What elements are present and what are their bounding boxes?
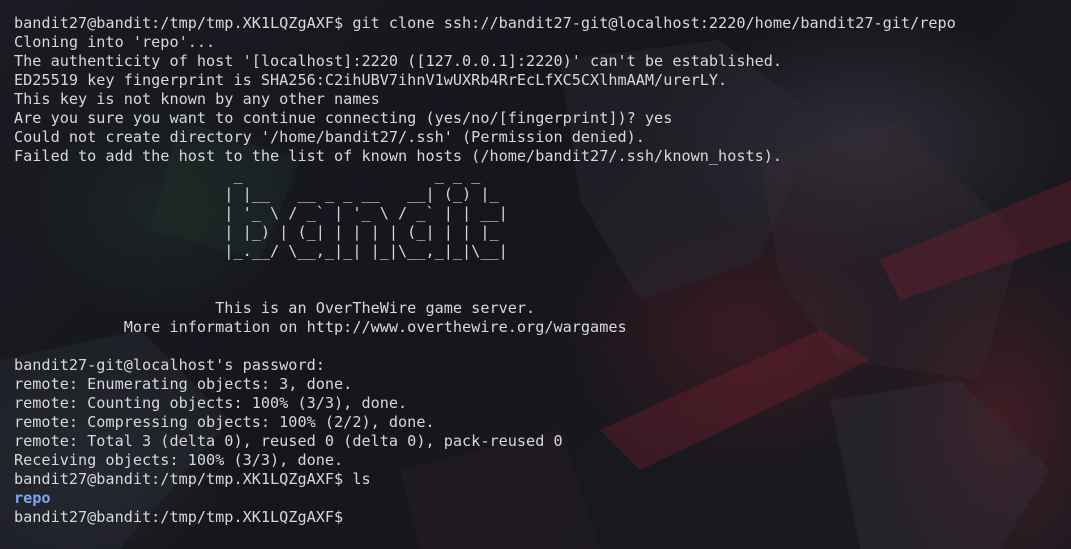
terminal-line: | |_) | (_| | | | | (_| | | |_ xyxy=(14,223,508,241)
terminal-line: This is an OverTheWire game server. xyxy=(14,299,536,317)
terminal-line: remote: Compressing objects: 100% (2/2),… xyxy=(14,413,435,431)
terminal-line: Are you sure you want to continue connec… xyxy=(14,109,673,127)
terminal-line: remote: Enumerating objects: 3, done. xyxy=(14,375,353,393)
terminal-line: remote: Counting objects: 100% (3/3), do… xyxy=(14,394,408,412)
ls-entry-directory: repo xyxy=(14,489,51,507)
terminal-line: _ _ _ _ xyxy=(14,166,508,184)
terminal-line: bandit27@bandit:/tmp/tmp.XK1LQZgAXF$ xyxy=(14,508,353,526)
terminal-line: The authenticity of host '[localhost]:22… xyxy=(14,52,783,70)
terminal-line: This key is not known by any other names xyxy=(14,90,380,108)
terminal-line: More information on http://www.overthewi… xyxy=(14,318,627,336)
terminal-line: Failed to add the host to the list of kn… xyxy=(14,147,783,165)
terminal-line: bandit27-git@localhost's password: xyxy=(14,356,325,374)
terminal-line: | '_ \ / _` | '_ \ / _` | | __| xyxy=(14,204,508,222)
terminal-line: bandit27@bandit:/tmp/tmp.XK1LQZgAXF$ ls xyxy=(14,470,371,488)
terminal-line: |_.__/ \__,_|_| |_|\__,_|_|\__| xyxy=(14,242,508,260)
terminal-output[interactable]: bandit27@bandit:/tmp/tmp.XK1LQZgAXF$ git… xyxy=(14,14,1065,527)
terminal-line: Could not create directory '/home/bandit… xyxy=(14,128,645,146)
terminal-line: remote: Total 3 (delta 0), reused 0 (del… xyxy=(14,432,563,450)
terminal-line: bandit27@bandit:/tmp/tmp.XK1LQZgAXF$ git… xyxy=(14,14,956,32)
terminal-line: ED25519 key fingerprint is SHA256:C2ihUB… xyxy=(14,71,728,89)
terminal-line: Receiving objects: 100% (3/3), done. xyxy=(14,451,344,469)
terminal-line: | |__ __ _ _ __ __| (_) |_ xyxy=(14,185,508,203)
terminal-line: Cloning into 'repo'... xyxy=(14,33,216,51)
